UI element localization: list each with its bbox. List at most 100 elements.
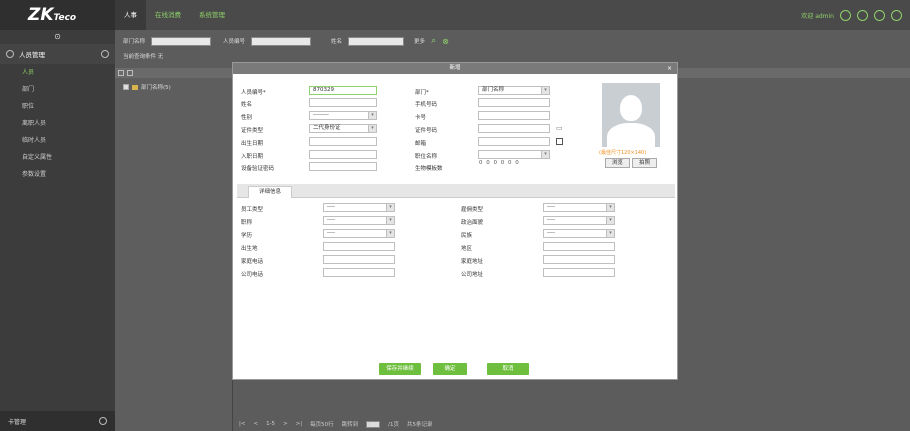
dropdown-icon[interactable]: ▾ (541, 87, 549, 94)
settings-icon[interactable] (840, 9, 851, 21)
title-select[interactable]: ---- ▾ (323, 216, 395, 225)
avatar-head (620, 95, 642, 121)
card-field[interactable] (478, 111, 550, 120)
bio-label: 生物模板数 (415, 166, 443, 172)
sidebar-item-position[interactable]: 职位 (0, 98, 115, 115)
collapse-tree-icon[interactable] (127, 70, 133, 76)
jump-label: 跳转到 (341, 422, 359, 428)
current-query-label: 当前查询条件 (123, 54, 157, 60)
dropdown-icon[interactable]: ▾ (386, 217, 394, 224)
birthplace-field[interactable] (323, 242, 395, 251)
user-icon[interactable] (857, 9, 868, 21)
prev-page-icon[interactable]: < (253, 421, 258, 427)
home-addr-field[interactable] (543, 255, 615, 264)
region-field[interactable] (543, 242, 615, 251)
position-select[interactable]: ▾ (478, 150, 550, 159)
mobile-field[interactable] (478, 98, 550, 107)
dropdown-icon[interactable]: ▾ (606, 230, 614, 237)
tree-toolbar (115, 68, 232, 78)
cancel-button[interactable]: 取消 (487, 363, 529, 375)
device-pwd-field[interactable] (309, 162, 377, 171)
sidebar-item-custom-attributes[interactable]: 自定义属性 (0, 149, 115, 166)
name-input[interactable] (348, 36, 405, 46)
nation-select[interactable]: ---- ▾ (543, 229, 615, 238)
browse-button[interactable]: 浏览 (605, 158, 631, 168)
jump-input[interactable]: 1 (366, 420, 381, 428)
info-icon[interactable] (874, 9, 885, 21)
name-field[interactable] (309, 98, 377, 107)
ok-button[interactable]: 确定 (433, 363, 467, 375)
first-page-icon[interactable]: |< (239, 421, 245, 427)
per-page-select[interactable]: 每页50行 (310, 420, 334, 428)
minus-icon[interactable] (101, 50, 109, 58)
search-icon[interactable]: ⌕ (431, 36, 436, 46)
last-page-icon[interactable]: >| (296, 421, 302, 427)
dept-name-input[interactable] (151, 36, 212, 46)
id-no-label: 证件号码 (415, 128, 438, 134)
more-filter-button[interactable]: 更多 (414, 37, 425, 45)
sidebar-item-personnel[interactable]: 人员 (0, 64, 115, 81)
person-no-field[interactable]: 870329 (309, 86, 377, 95)
tab-personnel[interactable]: 人事 (115, 0, 146, 30)
sidebar-item-department[interactable]: 部门 (0, 81, 115, 98)
politics-label: 政治面貌 (461, 220, 484, 226)
office-addr-label: 公司地址 (461, 272, 484, 278)
hire-date-label: 入职日期 (241, 154, 264, 160)
sidebar-card-management[interactable]: 卡管理 (0, 411, 115, 431)
tab-online-consumption[interactable]: 在线消费 (146, 0, 190, 30)
sidebar-item-parameters[interactable]: 参数设置 (0, 166, 115, 183)
mobile-label: 手机号码 (415, 102, 438, 108)
edu-select[interactable]: ---- ▾ (323, 229, 395, 238)
person-no-input[interactable] (251, 36, 312, 46)
dropdown-icon[interactable]: ▾ (368, 112, 376, 119)
tab-system-management[interactable]: 系统管理 (190, 0, 234, 30)
name-label: 姓名 (331, 39, 343, 45)
politics-select[interactable]: ---- ▾ (543, 216, 615, 225)
page-range: 1-5 (266, 421, 276, 427)
capture-button[interactable]: 拍照 (632, 158, 658, 168)
collapse-icon[interactable]: ⊙ (0, 30, 115, 44)
id-type-select[interactable]: 二代身份证 ▾ (309, 124, 377, 133)
dropdown-icon[interactable]: ▾ (541, 151, 549, 158)
dropdown-icon[interactable]: ▾ (606, 204, 614, 211)
birth-field[interactable] (309, 137, 377, 146)
birthplace-label: 出生地 (241, 246, 258, 252)
gender-select[interactable]: -------- ▾ (309, 111, 377, 120)
close-icon[interactable]: × (667, 63, 672, 74)
sidebar-item-temporary[interactable]: 临时人员 (0, 132, 115, 149)
id-no-field[interactable] (478, 124, 550, 133)
edu-label: 学历 (241, 233, 253, 239)
sidebar-header[interactable]: 人员管理 (0, 44, 115, 64)
office-addr-field[interactable] (543, 268, 615, 277)
dropdown-icon[interactable]: ▾ (368, 125, 376, 132)
dept-value: 部门名称 (482, 87, 505, 93)
tree-checkbox[interactable] (123, 84, 129, 90)
email-label: 邮箱 (415, 141, 427, 147)
sidebar-item-resigned[interactable]: 离职人员 (0, 115, 115, 132)
tab-details[interactable]: 详细信息 (248, 186, 293, 198)
hire-type-select[interactable]: ---- ▾ (543, 203, 615, 212)
dropdown-icon[interactable]: ▾ (386, 230, 394, 237)
birth-label: 出生日期 (241, 141, 264, 147)
dept-select[interactable]: 部门名称 ▾ (478, 86, 550, 95)
email-field[interactable] (478, 137, 550, 146)
office-phone-field[interactable] (323, 268, 395, 277)
hire-date-field[interactable] (309, 150, 377, 159)
avatar-shoulders (607, 123, 655, 147)
power-icon[interactable] (891, 9, 902, 21)
welcome-text: 欢迎 admin (801, 12, 834, 20)
emp-type-select[interactable]: ---- ▾ (323, 203, 395, 212)
clear-icon[interactable]: ⊗ (442, 37, 449, 46)
id-reader-icon[interactable]: ▭ (556, 124, 563, 132)
next-page-icon[interactable]: > (283, 421, 288, 427)
dropdown-icon[interactable]: ▾ (386, 204, 394, 211)
save-continue-button[interactable]: 保存并继续 (379, 363, 421, 375)
sidebar: ⊙ 人员管理 人员 部门 职位 离职人员 临时人员 自定义属性 参数设置 卡管理 (0, 30, 115, 431)
tree-root-row[interactable]: 部门名称(5) (115, 78, 232, 91)
email-checkbox[interactable] (556, 138, 563, 145)
top-tabs: 人事 在线消费 系统管理 (115, 0, 234, 30)
dropdown-icon[interactable]: ▾ (606, 217, 614, 224)
plus-icon[interactable] (99, 417, 107, 425)
expand-icon[interactable] (118, 70, 124, 76)
home-phone-field[interactable] (323, 255, 395, 264)
